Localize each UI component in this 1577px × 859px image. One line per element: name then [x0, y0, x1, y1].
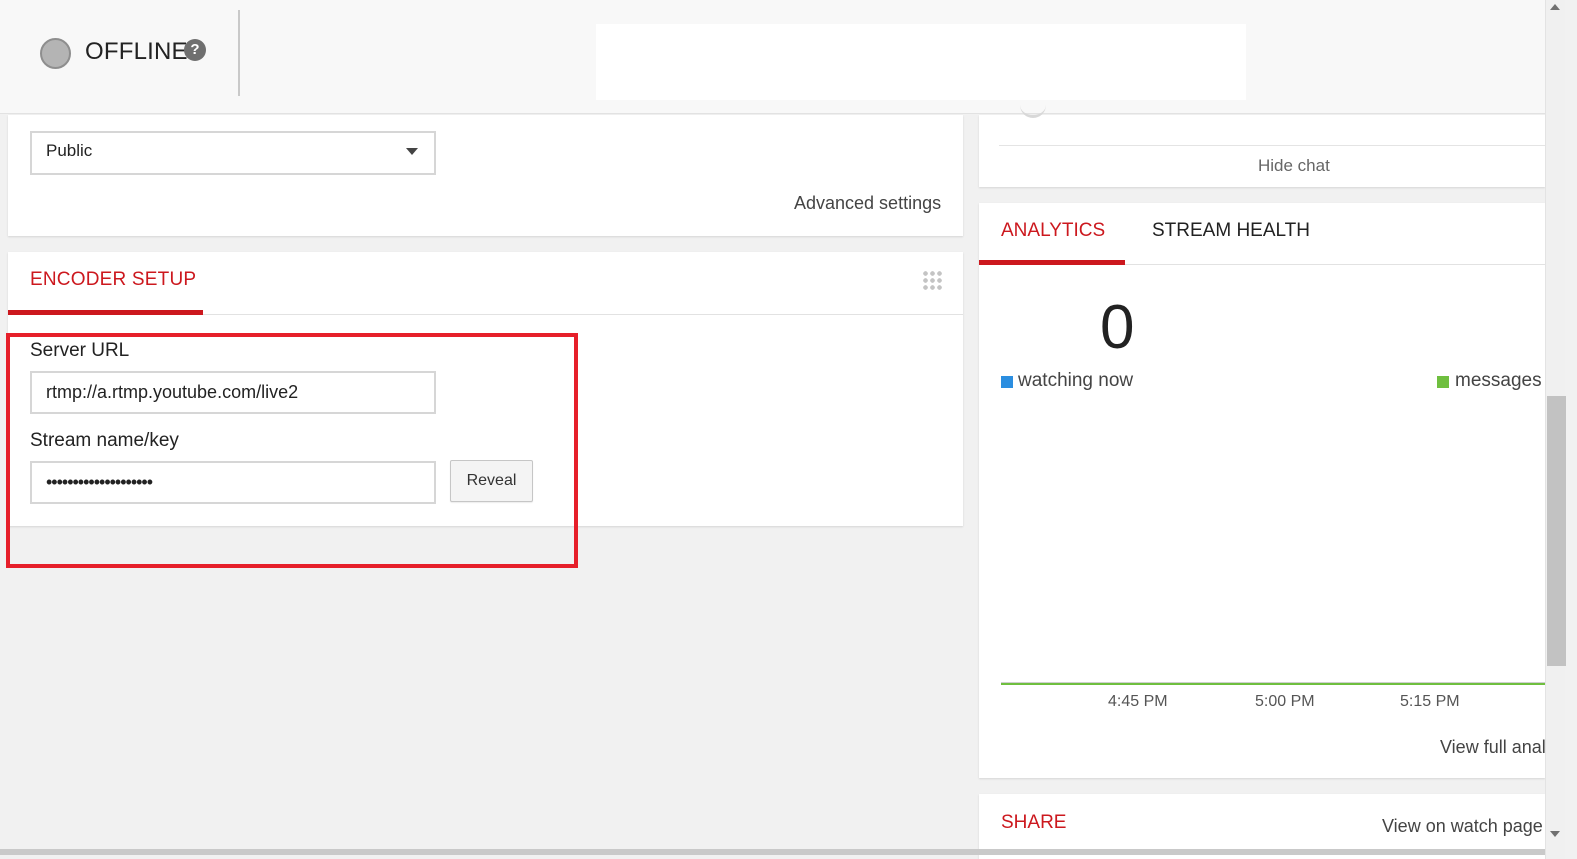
x-tick-label: 5:15 PM: [1400, 693, 1460, 710]
hide-chat-button[interactable]: Hide chat: [1258, 156, 1330, 176]
scroll-down-icon[interactable]: [1550, 831, 1560, 837]
analytics-card: [979, 203, 1545, 778]
header-info-panel: [596, 24, 1246, 100]
tab-divider: [203, 314, 963, 315]
stream-status-text: OFFLINE: [85, 38, 188, 65]
tab-active-underline: [8, 310, 203, 315]
tab-analytics[interactable]: ANALYTICS: [1001, 220, 1105, 242]
header-divider: [238, 10, 240, 96]
drag-handle-icon[interactable]: [922, 270, 944, 292]
messages-series-line: [1001, 683, 1545, 685]
privacy-select-value: Public: [46, 141, 93, 160]
advanced-settings-link[interactable]: Advanced settings: [794, 193, 941, 214]
view-on-watch-page-link[interactable]: View on watch page: [1382, 816, 1543, 837]
tab-divider: [1125, 264, 1545, 265]
watching-now-count: 0: [1100, 293, 1135, 362]
messages-legend-swatch: [1437, 376, 1449, 388]
tab-active-underline: [979, 260, 1125, 265]
chevron-down-icon[interactable]: [406, 148, 418, 155]
chat-divider: [999, 145, 1545, 146]
watching-legend-label: watching now: [1018, 370, 1134, 391]
live-chat-card: [979, 115, 1545, 187]
x-tick-label: 5:00 PM: [1255, 693, 1315, 710]
share-title: SHARE: [1001, 812, 1067, 833]
offline-status-indicator: [40, 38, 71, 69]
x-tick-label: 4:45 PM: [1108, 693, 1168, 710]
watching-legend-swatch: [1001, 376, 1013, 388]
highlight-annotation-box: [6, 333, 578, 568]
vertical-scrollbar-thumb[interactable]: [1547, 396, 1566, 666]
tab-stream-health[interactable]: STREAM HEALTH: [1152, 220, 1310, 242]
tab-encoder-setup[interactable]: ENCODER SETUP: [30, 269, 196, 291]
scroll-up-icon[interactable]: [1550, 4, 1560, 10]
view-full-analytics-link[interactable]: View full analytics: [1440, 737, 1545, 758]
help-icon[interactable]: ?: [184, 39, 206, 61]
messages-legend-label: messages: [1455, 370, 1542, 391]
horizontal-scrollbar[interactable]: [0, 849, 1545, 855]
